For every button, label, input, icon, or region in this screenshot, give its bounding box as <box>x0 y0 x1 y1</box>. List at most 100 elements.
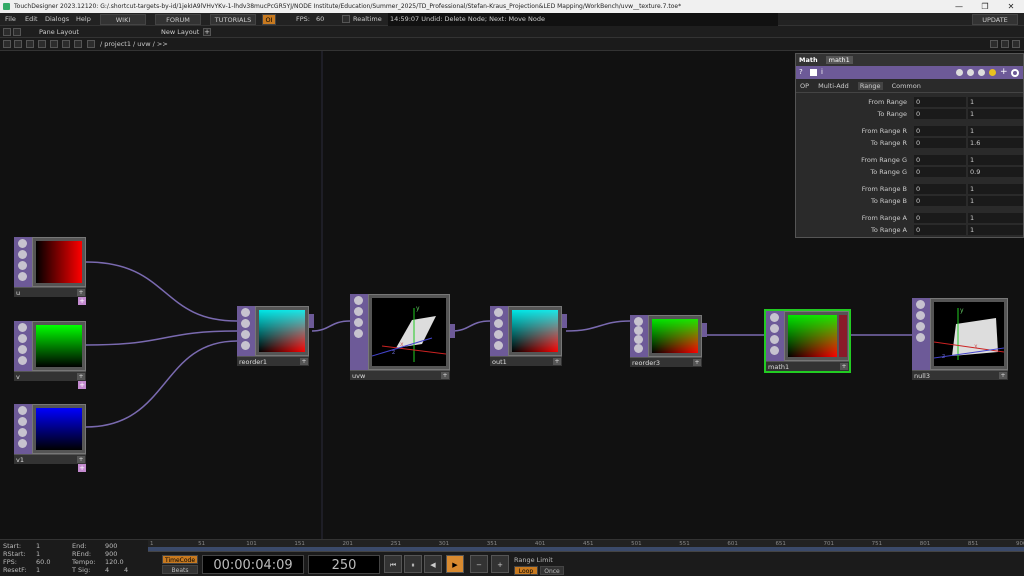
panel-op-name[interactable]: math1 <box>825 56 853 64</box>
node-u[interactable]: u + <box>14 237 86 297</box>
tutorials-button[interactable]: TUTORIALS <box>210 14 256 25</box>
stat-fps-value[interactable]: 60.0 <box>36 558 50 566</box>
param-value-1[interactable]: 0 <box>914 167 966 177</box>
network-path[interactable]: / project1 / uvw / >> <box>100 38 168 51</box>
cook-icon[interactable] <box>978 69 985 76</box>
node-out1[interactable]: out1 + <box>490 306 567 366</box>
param-value-1[interactable]: 0 <box>914 138 966 148</box>
node-v1-add-icon[interactable]: + <box>78 464 86 472</box>
stat-tempo-value[interactable]: 120.0 <box>105 558 124 566</box>
node-v1[interactable]: v1 + <box>14 404 86 464</box>
network-icon[interactable] <box>87 40 95 48</box>
node-math1-plus[interactable]: + <box>840 363 848 370</box>
node-reorder1-plus[interactable]: + <box>300 358 308 365</box>
step-plus-button[interactable]: + <box>491 555 509 573</box>
param-value-2[interactable]: 1 <box>968 109 1023 119</box>
close-button[interactable]: ✕ <box>998 0 1024 13</box>
pane-close-icon[interactable] <box>1012 40 1020 48</box>
stat-start-value[interactable]: 1 <box>36 542 40 550</box>
node-uvw[interactable]: y x z uvw + <box>350 294 455 380</box>
once-toggle[interactable]: Once <box>540 566 564 575</box>
timecode-display[interactable]: 00:00:04:09 <box>202 555 304 574</box>
stat-resetf-value[interactable]: 1 <box>36 566 40 574</box>
stat-rend-value[interactable]: 900 <box>105 550 117 558</box>
param-value-1[interactable]: 0 <box>914 196 966 206</box>
pause-button[interactable]: ⏸ <box>404 555 422 573</box>
pane-menu-icon[interactable] <box>3 40 11 48</box>
menu-dialogs[interactable]: Dialogs <box>45 13 69 26</box>
step-back-button[interactable]: ◀ <box>424 555 442 573</box>
menu-help[interactable]: Help <box>76 13 91 26</box>
node-reorder1[interactable]: reorder1 + <box>237 306 314 366</box>
node-math1[interactable]: math1 + <box>764 309 851 373</box>
pane-view-icon[interactable] <box>13 28 21 36</box>
tab-range[interactable]: Range <box>857 82 883 90</box>
param-value-1[interactable]: 0 <box>914 97 966 107</box>
oi-button[interactable]: OI <box>262 14 276 25</box>
node-v-plus[interactable]: + <box>77 373 85 380</box>
node-u-plus[interactable]: + <box>77 289 85 296</box>
help-icon[interactable]: ? <box>799 68 803 76</box>
wiki-button[interactable]: WIKI <box>100 14 146 25</box>
param-value-1[interactable]: 0 <box>914 126 966 136</box>
home-icon[interactable] <box>50 40 58 48</box>
param-value-2[interactable]: 1 <box>968 184 1023 194</box>
beats-toggle[interactable]: Beats <box>162 565 198 574</box>
loop-toggle[interactable]: Loop <box>514 566 538 575</box>
step-minus-button[interactable]: − <box>470 555 488 573</box>
zero-icon[interactable] <box>990 40 998 48</box>
info-icon[interactable]: i <box>821 68 823 76</box>
target-icon[interactable] <box>1011 69 1019 77</box>
up-icon[interactable] <box>74 40 82 48</box>
node-v1-plus[interactable]: + <box>77 456 85 463</box>
param-value-2[interactable]: 1 <box>968 196 1023 206</box>
param-value-2[interactable]: 1 <box>968 213 1023 223</box>
menu-edit[interactable]: Edit <box>25 13 38 26</box>
star-icon[interactable] <box>62 40 70 48</box>
python-help-icon[interactable] <box>810 69 817 76</box>
timeline-ruler[interactable]: 1 51 101 151 201 251 301 351 401 451 501 551 601 651 7… <box>148 540 1024 552</box>
edit-icon[interactable] <box>956 69 963 76</box>
pane-layout-label[interactable]: Pane Layout <box>39 26 79 38</box>
pane-max-icon[interactable] <box>1001 40 1009 48</box>
add-icon[interactable]: + <box>1000 67 1008 77</box>
param-value-1[interactable]: 0 <box>914 225 966 235</box>
node-reorder3[interactable]: reorder3 + <box>630 315 707 367</box>
param-value-2[interactable]: 1 <box>968 225 1023 235</box>
add-layout-icon[interactable]: + <box>203 28 211 36</box>
minimize-button[interactable]: — <box>946 0 972 13</box>
node-u-add-icon[interactable]: + <box>78 297 86 305</box>
param-value-2[interactable]: 1 <box>968 97 1023 107</box>
param-value-1[interactable]: 0 <box>914 109 966 119</box>
comment-icon[interactable] <box>967 69 974 76</box>
menu-file[interactable]: File <box>5 13 16 26</box>
param-value-2[interactable]: 1.6 <box>968 138 1023 148</box>
param-value-1[interactable]: 0 <box>914 155 966 165</box>
node-null3-plus[interactable]: + <box>999 372 1007 379</box>
back-icon[interactable] <box>26 40 34 48</box>
node-uvw-plus[interactable]: + <box>441 372 449 379</box>
node-null3[interactable]: y x z null3 + <box>912 298 1008 380</box>
node-reorder3-plus[interactable]: + <box>693 359 701 366</box>
param-value-2[interactable]: 1 <box>968 155 1023 165</box>
forward-icon[interactable] <box>38 40 46 48</box>
node-v[interactable]: v + <box>14 321 86 381</box>
tab-common[interactable]: Common <box>892 82 921 90</box>
stat-rstart-value[interactable]: 1 <box>36 550 40 558</box>
param-value-1[interactable]: 0 <box>914 213 966 223</box>
forum-button[interactable]: FORUM <box>155 14 201 25</box>
tab-op[interactable]: OP <box>800 82 809 90</box>
new-layout-label[interactable]: New Layout <box>161 26 199 38</box>
timecode-toggle[interactable]: TimeCode <box>162 555 198 564</box>
stat-end-value[interactable]: 900 <box>105 542 117 550</box>
stop-icon[interactable] <box>14 40 22 48</box>
realtime-checkbox[interactable] <box>342 15 350 23</box>
play-button[interactable]: ▶ <box>446 555 464 573</box>
stat-tsig-value2[interactable]: 4 <box>124 566 128 574</box>
rewind-button[interactable]: ⏮ <box>384 555 402 573</box>
flag-icon[interactable] <box>989 69 996 76</box>
param-value-1[interactable]: 0 <box>914 184 966 194</box>
stat-tsig-value1[interactable]: 4 <box>105 566 109 574</box>
tab-multi-add[interactable]: Multi-Add <box>818 82 849 90</box>
maximize-button[interactable]: ❐ <box>972 0 998 13</box>
